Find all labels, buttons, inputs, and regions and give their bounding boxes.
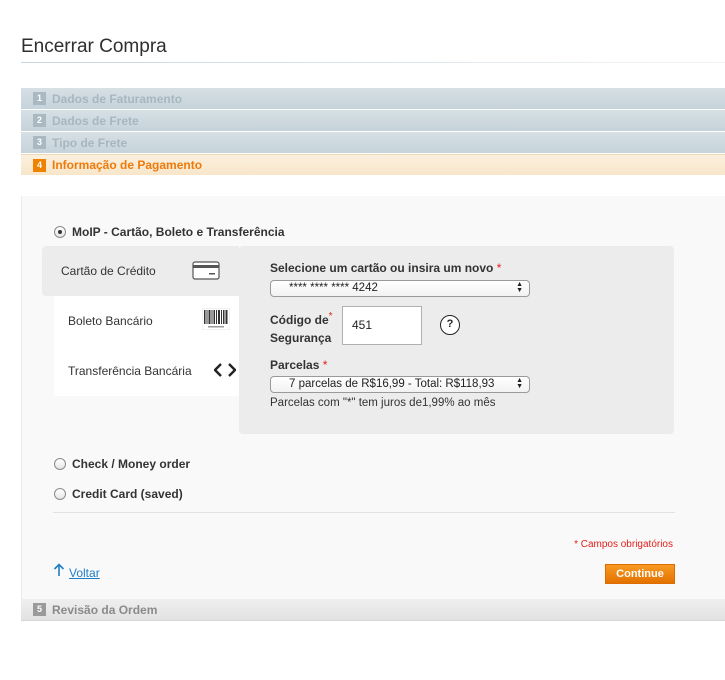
continue-button[interactable]: Continue bbox=[605, 564, 675, 584]
credit-card-icon bbox=[192, 261, 220, 283]
tab-bank-transfer[interactable]: Transferência Bancária bbox=[54, 346, 239, 396]
step-label: Revisão da Ordem bbox=[52, 602, 158, 617]
step-label: Dados de Frete bbox=[52, 113, 139, 128]
step-label: Informação de Pagamento bbox=[52, 158, 203, 172]
tab-bank-transfer-label: Transferência Bancária bbox=[68, 364, 192, 378]
step-payment[interactable]: 4 Informação de Pagamento bbox=[21, 154, 725, 176]
moip-radio[interactable] bbox=[54, 226, 66, 238]
tab-credit-card[interactable]: Cartão de Crédito bbox=[42, 246, 239, 296]
required-fields-note: * Campos obrigatórios bbox=[574, 539, 673, 550]
check-money-order-label: Check / Money order bbox=[72, 457, 191, 471]
installments-label: Parcelas * bbox=[270, 358, 328, 372]
title-divider bbox=[21, 62, 725, 63]
step-shipping[interactable]: 2 Dados de Frete bbox=[21, 110, 725, 132]
step-billing[interactable]: 1 Dados de Faturamento bbox=[21, 88, 725, 110]
required-mark: * bbox=[322, 358, 328, 372]
help-icon[interactable]: ? bbox=[440, 315, 460, 335]
step-number: 5 bbox=[33, 603, 46, 616]
barcode-icon bbox=[201, 307, 231, 333]
installments-select[interactable]: 7 parcelas de R$16,99 - Total: R$118,93 … bbox=[270, 376, 530, 393]
step-number: 4 bbox=[33, 158, 46, 172]
installments-select-value: 7 parcelas de R$16,99 - Total: R$118,93 bbox=[289, 378, 495, 390]
saved-card-radio[interactable] bbox=[54, 488, 66, 500]
moip-label: MoIP - Cartão, Boleto e Transferência bbox=[72, 225, 285, 239]
checkout-steps: 1 Dados de Faturamento 2 Dados de Frete … bbox=[21, 88, 725, 176]
step-shipping-method[interactable]: 3 Tipo de Frete bbox=[21, 132, 725, 154]
arrow-up-icon bbox=[53, 563, 65, 580]
step-number: 3 bbox=[33, 136, 46, 149]
step-label: Tipo de Frete bbox=[52, 135, 128, 150]
step-label: Dados de Faturamento bbox=[52, 91, 183, 106]
page-title: Encerrar Compra bbox=[21, 36, 167, 57]
saved-card-label: Credit Card (saved) bbox=[72, 487, 183, 501]
back-link[interactable]: Voltar bbox=[69, 566, 100, 580]
security-code-input[interactable]: 451 bbox=[342, 306, 422, 345]
required-mark: * bbox=[496, 261, 502, 275]
tab-boleto-label: Boleto Bancário bbox=[68, 314, 153, 328]
required-mark: * bbox=[328, 311, 333, 322]
section-divider bbox=[53, 512, 675, 513]
step-number: 2 bbox=[33, 114, 46, 127]
step-order-review[interactable]: 5 Revisão da Ordem bbox=[21, 599, 725, 621]
security-code-label: Código de* Segurança bbox=[270, 311, 333, 345]
tab-credit-card-label: Cartão de Crédito bbox=[61, 264, 156, 278]
card-select-value: **** **** **** 4242 bbox=[289, 282, 378, 294]
check-money-order-radio[interactable] bbox=[54, 458, 66, 470]
select-arrows-icon: ▲ ▼ bbox=[516, 377, 523, 390]
step-number: 1 bbox=[33, 92, 46, 105]
card-select[interactable]: **** **** **** 4242 ▲ ▼ bbox=[270, 280, 530, 297]
tab-boleto[interactable]: Boleto Bancário bbox=[54, 296, 239, 346]
card-select-label: Selecione um cartão ou insira um novo * bbox=[270, 261, 502, 275]
arrows-left-right-icon bbox=[213, 362, 237, 381]
installments-note: Parcelas com "*" tem juros de1,99% ao mê… bbox=[270, 397, 496, 409]
payment-content: MoIP - Cartão, Boleto e Transferência Ca… bbox=[21, 196, 725, 599]
select-arrows-icon: ▲ ▼ bbox=[516, 281, 523, 294]
